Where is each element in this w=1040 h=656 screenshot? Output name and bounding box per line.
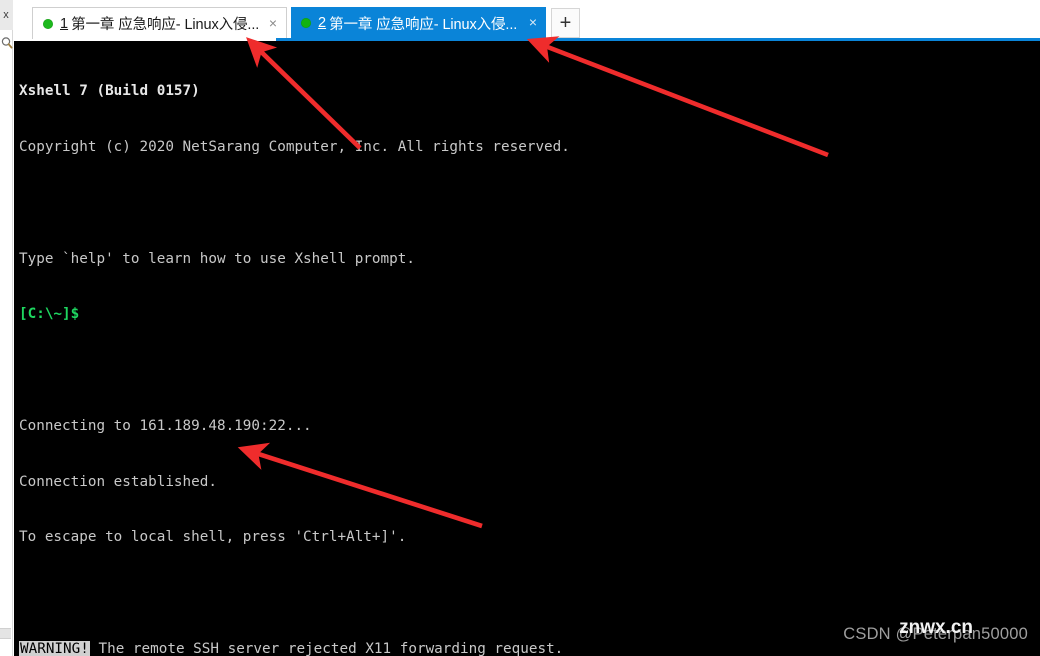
close-icon[interactable]: × [524,15,542,31]
xshell-window: x 1 第一章 应急响应- Linux入侵... × 2 第一章 应急响应- L… [0,0,1040,656]
left-panel-footer-item[interactable] [0,628,11,639]
connection-status-icon [43,18,53,29]
terminal-lines: Xshell 7 (Build 0157) Copyright (c) 2020… [19,45,1040,656]
tab-session-2[interactable]: 2 第一章 应急响应- Linux入侵... × [291,7,546,39]
new-tab-button[interactable]: + [551,8,580,38]
site-watermark: znwx.cn [899,617,973,638]
tab-bar-accent-underline [276,38,1040,41]
terminal-line: Connection established. [19,473,217,490]
warning-message: The remote SSH server rejected X11 forwa… [89,641,564,656]
terminal-output-area[interactable]: Xshell 7 (Build 0157) Copyright (c) 2020… [14,41,1040,656]
tab-title: 第一章 应急响应- Linux入侵... [71,17,260,33]
left-panel-header: x [0,0,13,30]
close-icon[interactable]: x [3,9,9,21]
terminal-line-local-prompt: [C:\~]$ [19,306,80,323]
tab-number: 1 [60,15,69,32]
tab-bar: 1 第一章 应急响应- Linux入侵... × 2 第一章 应急响应- Lin… [14,0,1040,41]
terminal-line: Xshell 7 (Build 0157) [19,83,200,100]
tab-title: 第一章 应急响应- Linux入侵... [329,16,518,33]
search-icon[interactable] [0,34,13,52]
warning-badge: WARNING! [19,641,90,656]
terminal-line: Copyright (c) 2020 NetSarang Computer, I… [19,138,570,155]
tab-number: 2 [318,15,327,31]
terminal-line: To escape to local shell, press 'Ctrl+Al… [19,529,407,546]
terminal-line: Connecting to 161.189.48.190:22... [19,417,312,434]
tab-bar-empty-area [580,7,1040,40]
left-side-panel: x [0,0,13,656]
connection-status-icon [301,18,311,28]
close-icon[interactable]: × [264,16,282,32]
terminal-line: Type `help' to learn how to use Xshell p… [19,250,415,267]
tab-session-1[interactable]: 1 第一章 应急响应- Linux入侵... × [32,7,287,39]
